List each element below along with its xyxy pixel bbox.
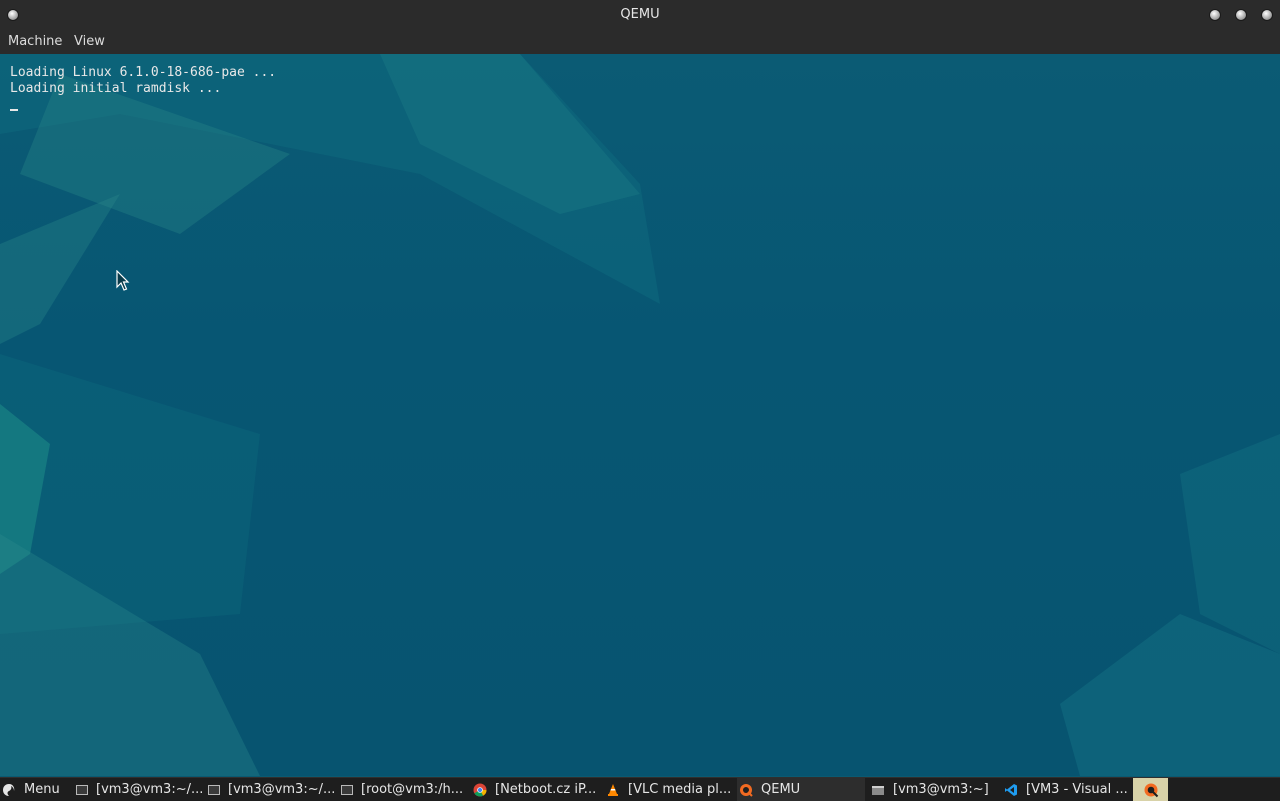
taskbar-item[interactable]: [root@vm3:/h...: [341, 778, 467, 801]
start-menu-button[interactable]: Menu: [2, 778, 70, 801]
chrome-icon: [473, 783, 487, 797]
taskbar: Menu [vm3@vm3:~/... [vm3@vm3:~/... [root…: [0, 777, 1280, 801]
taskbar-item-label: [vm3@vm3:~/...: [96, 782, 202, 797]
console-line: Loading initial ramdisk ...: [10, 81, 222, 96]
vscode-icon: [1004, 783, 1018, 797]
menu-logo-icon: [2, 783, 16, 797]
window-title: QEMU: [620, 7, 660, 22]
qemu-icon: [739, 783, 753, 797]
menu-view[interactable]: View: [72, 34, 107, 49]
mouse-pointer-icon: [116, 270, 130, 291]
taskbar-item[interactable]: [vm3@vm3:~/...: [76, 778, 202, 801]
terminal-icon: [208, 784, 220, 795]
taskbar-item[interactable]: [vm3@vm3:~/...: [208, 778, 334, 801]
taskbar-item[interactable]: [vm3@vm3:~]: [871, 778, 997, 801]
taskbar-item[interactable]: [VLC media pl...: [606, 778, 732, 801]
minimize-button[interactable]: [1209, 9, 1221, 21]
taskbar-item[interactable]: [Netboot.cz iP...: [473, 778, 601, 801]
taskbar-item-label: [vm3@vm3:~]: [893, 782, 989, 797]
taskbar-item-label: QEMU: [761, 782, 801, 797]
vlc-icon: [606, 783, 620, 797]
close-button[interactable]: [1261, 9, 1273, 21]
text-cursor: [10, 109, 18, 111]
window-titlebar[interactable]: QEMU: [0, 0, 1280, 30]
menu-machine[interactable]: Machine: [6, 34, 64, 49]
maximize-button[interactable]: [1235, 9, 1247, 21]
tray-qemu-icon[interactable]: [1133, 778, 1168, 801]
desktop-wallpaper: [0, 54, 1280, 776]
window-icon: [871, 783, 885, 797]
vm-display[interactable]: Loading Linux 6.1.0-18-686-pae ... Loadin…: [0, 54, 1280, 776]
taskbar-item-label: [Netboot.cz iP...: [495, 782, 597, 797]
taskbar-item-label: [VM3 - Visual ...: [1026, 782, 1128, 797]
terminal-icon: [341, 784, 353, 795]
taskbar-item-active[interactable]: QEMU: [737, 778, 865, 801]
taskbar-item-label: [vm3@vm3:~/...: [228, 782, 334, 797]
taskbar-item[interactable]: [VM3 - Visual ...: [1004, 778, 1130, 801]
menu-bar: Machine View: [0, 30, 1280, 55]
taskbar-item-label: [root@vm3:/h...: [361, 782, 464, 797]
terminal-icon: [76, 784, 88, 795]
taskbar-item-label: [VLC media pl...: [628, 782, 732, 797]
console-line: Loading Linux 6.1.0-18-686-pae ...: [10, 65, 277, 80]
menu-label: Menu: [24, 782, 60, 797]
boot-console: Loading Linux 6.1.0-18-686-pae ... Loadin…: [10, 65, 276, 97]
